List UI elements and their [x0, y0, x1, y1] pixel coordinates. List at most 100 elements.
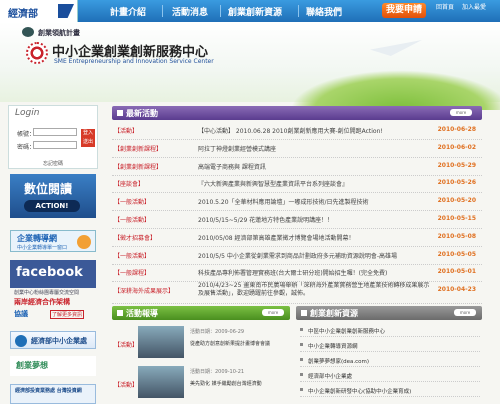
- bullet-icon: [300, 358, 303, 361]
- top-nav-bar: 經濟部 計畫介紹 活動消息 創業創新資源 聯絡我們 我要申請 回首頁 加入最愛: [0, 0, 500, 22]
- ecfa-title: 兩岸經濟合作架構: [14, 298, 70, 306]
- activity-photo[interactable]: [138, 366, 184, 398]
- news-title-link[interactable]: 2010/5/5 中小企業從創業需求到商品計劃政府多元補助資源說明會-高雄場: [198, 251, 430, 260]
- account-input[interactable]: [33, 128, 77, 136]
- news-date: 2010-04-23: [437, 286, 476, 294]
- news-title-link[interactable]: 2010/4/23~25 畫東南市民廣場舉辦「深耕海外產業實務營生地產業技術轉移…: [198, 282, 430, 298]
- nav-resources[interactable]: 創業創新資源: [228, 5, 282, 18]
- news-row[interactable]: 【一般活動】 2010/5/15~5/29 花蓮地方特色產業說明講座！！ 2010-…: [112, 211, 482, 229]
- news-more-button[interactable]: more: [450, 109, 472, 116]
- reading-title: 數位閱讀: [24, 182, 73, 196]
- reading-action: ACTION!: [24, 200, 80, 212]
- activity-title-link[interactable]: 從產助方創意創新果提計畫博會會議: [190, 340, 270, 347]
- activity-photo[interactable]: [138, 326, 184, 358]
- sme-logo-icon: [15, 335, 27, 347]
- news-row[interactable]: 【創業創新課程】 阿拉丁神燈創業經營模式講座 2010-06-02: [112, 140, 482, 158]
- activity-date: 活動日期：2009-10-21: [190, 369, 245, 375]
- news-row[interactable]: 【一般課程】 科技產品專利佈署管理實務班(台大爾士研分班)開始招生囉！(完全免費)…: [112, 264, 482, 283]
- moea-logo[interactable]: 經濟部: [0, 0, 78, 22]
- forgot-password-link[interactable]: 忘記密碼: [43, 160, 63, 167]
- nav-divider: [298, 5, 299, 17]
- nav-divider: [220, 5, 221, 17]
- resource-link[interactable]: 創業夢夢想家(dea.com): [308, 357, 369, 365]
- facebook-banner[interactable]: facebook 創業中心粉絲團專屬交流空間: [10, 260, 96, 296]
- apply-button[interactable]: 我要申請: [382, 3, 426, 18]
- news-title-link[interactable]: 2010.5.20「全華材料應用論壇」一嘟成形技術/日先進製程技術: [198, 197, 430, 206]
- bullet-icon: [300, 373, 303, 376]
- bullet-icon: [300, 343, 303, 346]
- facebook-subtitle: 創業中心粉絲團專屬交流空間: [14, 290, 80, 296]
- news-title-link[interactable]: 阿拉丁神燈創業經營模式講座: [198, 144, 430, 153]
- login-title: Login: [15, 108, 40, 118]
- resource-link[interactable]: 中小企業創新研發中心(協助中小企業育成): [308, 387, 411, 395]
- news-title-link[interactable]: 2010/5/15~5/29 花蓮地方特色產業說明講座！！: [198, 215, 430, 224]
- news-category: 【一般活動】: [114, 217, 151, 224]
- ecfa-banner[interactable]: 兩岸經濟合作架構 協議 了解更多資訊: [10, 297, 96, 323]
- dream-banner[interactable]: 創業夢想: [10, 356, 96, 376]
- resources-more-button[interactable]: more: [454, 309, 476, 316]
- facebook-logo: facebook: [16, 265, 83, 280]
- news-title-link[interactable]: 高端電子商務與 課程資訊: [198, 162, 430, 171]
- logo-label: 經濟部: [8, 9, 38, 20]
- digital-reading-banner[interactable]: 數位閱讀 ACTION!: [10, 174, 96, 218]
- news-row[interactable]: 【深耕海外成果展示】 2010/4/23~25 畫東南市民廣場舉辦「深耕海外產業實…: [112, 282, 482, 305]
- activity-more-button[interactable]: more: [262, 309, 284, 316]
- news-title-link[interactable]: 『六大新興產業與新興智慧型產業資訊平台系列座談會』: [198, 179, 430, 188]
- paper-plane-icon: [370, 40, 422, 56]
- biz-title: 企業轉導網: [17, 234, 57, 243]
- news-category: 【活動】: [114, 128, 139, 135]
- activity-title-link[interactable]: 美先勁化 媒手繼勵創台灣經濟動: [190, 380, 262, 387]
- news-row[interactable]: 【座談會】 『六大新興產業與新興智慧型產業資訊平台系列座談會』 2010-05-26: [112, 175, 482, 194]
- sme-admin-banner[interactable]: 經濟部中小企業處: [10, 331, 96, 349]
- news-title-link[interactable]: 科技產品專利佈署管理實務班(台大爾士研分班)開始招生囉！(完全免費): [198, 268, 430, 277]
- activity-item[interactable]: 【活動】 活動日期：2009-10-21 美先勁化 媒手繼勵創台灣經濟動: [112, 366, 290, 404]
- activity-title: 活動報導: [126, 309, 158, 318]
- biz-subtitle: 中小企業轉導單一窗口: [17, 245, 68, 251]
- news-title: 最新活動: [126, 109, 158, 118]
- news-date: 2010-05-20: [437, 197, 476, 205]
- news-header: 最新活動 more: [112, 106, 482, 120]
- resources-title: 創業創新資源: [310, 309, 358, 318]
- activity-header: 活動報導 more: [112, 306, 290, 320]
- biz-guidance-banner[interactable]: 企業轉導網 中小企業轉導單一窗口: [10, 230, 96, 252]
- biz-logo-icon: [77, 235, 91, 249]
- news-date: 2010-06-02: [437, 143, 476, 151]
- resource-item[interactable]: 中小企業創新研發中心(協助中小企業育成): [300, 384, 480, 397]
- news-date: 2010-05-26: [437, 179, 476, 187]
- resources-panel: 創業創新資源 more 中區中小企業創業創新服務中心 中小企業轉導資源網創業夢夢想…: [296, 306, 482, 400]
- news-category: 【深耕海外成果展示】: [114, 288, 175, 296]
- sme-admin-title: 經濟部中小企業處: [31, 337, 87, 345]
- news-title-link[interactable]: 【中心活動】 2010.06.28 2010創業創新應用大賽-創位開跑Actio…: [198, 126, 430, 135]
- invest-taiwan-banner[interactable]: 經濟部投資業務處 台灣投資網: [10, 384, 96, 404]
- resources-header: 創業創新資源 more: [296, 306, 482, 320]
- home-link[interactable]: 回首頁: [436, 2, 454, 11]
- password-input[interactable]: [33, 141, 77, 149]
- news-date: 2010-05-05: [437, 250, 476, 258]
- login-button[interactable]: 登入 送出: [81, 129, 95, 147]
- news-row[interactable]: 【徵才招募會】 2010/05/08 經濟部第高雄產業徵才博覽會場地活動開幕！ 20…: [112, 229, 482, 247]
- resource-item[interactable]: 創業夢夢想家(dea.com): [300, 354, 480, 367]
- news-title-link[interactable]: 2010/05/08 經濟部第高雄產業徵才博覽會場地活動開幕！: [198, 233, 430, 242]
- news-row[interactable]: 【一般活動】 2010.5.20「全華材料應用論壇」一嘟成形技術/日先進製程技術 2…: [112, 193, 482, 212]
- news-category: 【創業創新課程】: [114, 145, 163, 153]
- resource-link[interactable]: 經濟部中小企業處: [308, 372, 352, 380]
- nav-news[interactable]: 活動消息: [172, 5, 208, 18]
- login-box: Login 帳號： 密碼： 登入 送出 忘記密碼: [8, 105, 98, 169]
- news-row[interactable]: 【活動】 【中心活動】 2010.06.28 2010創業創新應用大賽-創位開跑A…: [112, 122, 482, 140]
- news-row[interactable]: 【創業創新課程】 高端電子商務與 課程資訊 2010-05-29: [112, 158, 482, 176]
- resource-link[interactable]: 中小企業轉導資源網: [308, 342, 358, 350]
- news-category: 【一般活動】: [114, 252, 151, 260]
- resource-item[interactable]: 中區中小企業創業創新服務中心: [300, 324, 480, 337]
- resource-item[interactable]: 經濟部中小企業處: [300, 369, 480, 382]
- dream-title: 創業夢想: [16, 361, 48, 370]
- activity-item[interactable]: 【活動】 活動日期：2009-06-29 從產助方創意創新果提計畫博會會議: [112, 326, 290, 364]
- nav-contact[interactable]: 聯絡我們: [306, 5, 342, 18]
- favorite-link[interactable]: 加入最愛: [462, 2, 486, 11]
- nav-divider: [162, 5, 163, 17]
- resource-item[interactable]: 中小企業轉導資源網: [300, 339, 480, 352]
- invest-title: 經濟部投資業務處 台灣投資網: [15, 388, 82, 394]
- news-date: 2010-05-29: [437, 161, 476, 169]
- news-row[interactable]: 【一般活動】 2010/5/5 中小企業從創業需求到商品計劃政府多元補助資源說明會…: [112, 247, 482, 265]
- resource-link[interactable]: 中區中小企業創業創新服務中心: [308, 327, 385, 335]
- nav-plan-intro[interactable]: 計畫介紹: [110, 5, 146, 18]
